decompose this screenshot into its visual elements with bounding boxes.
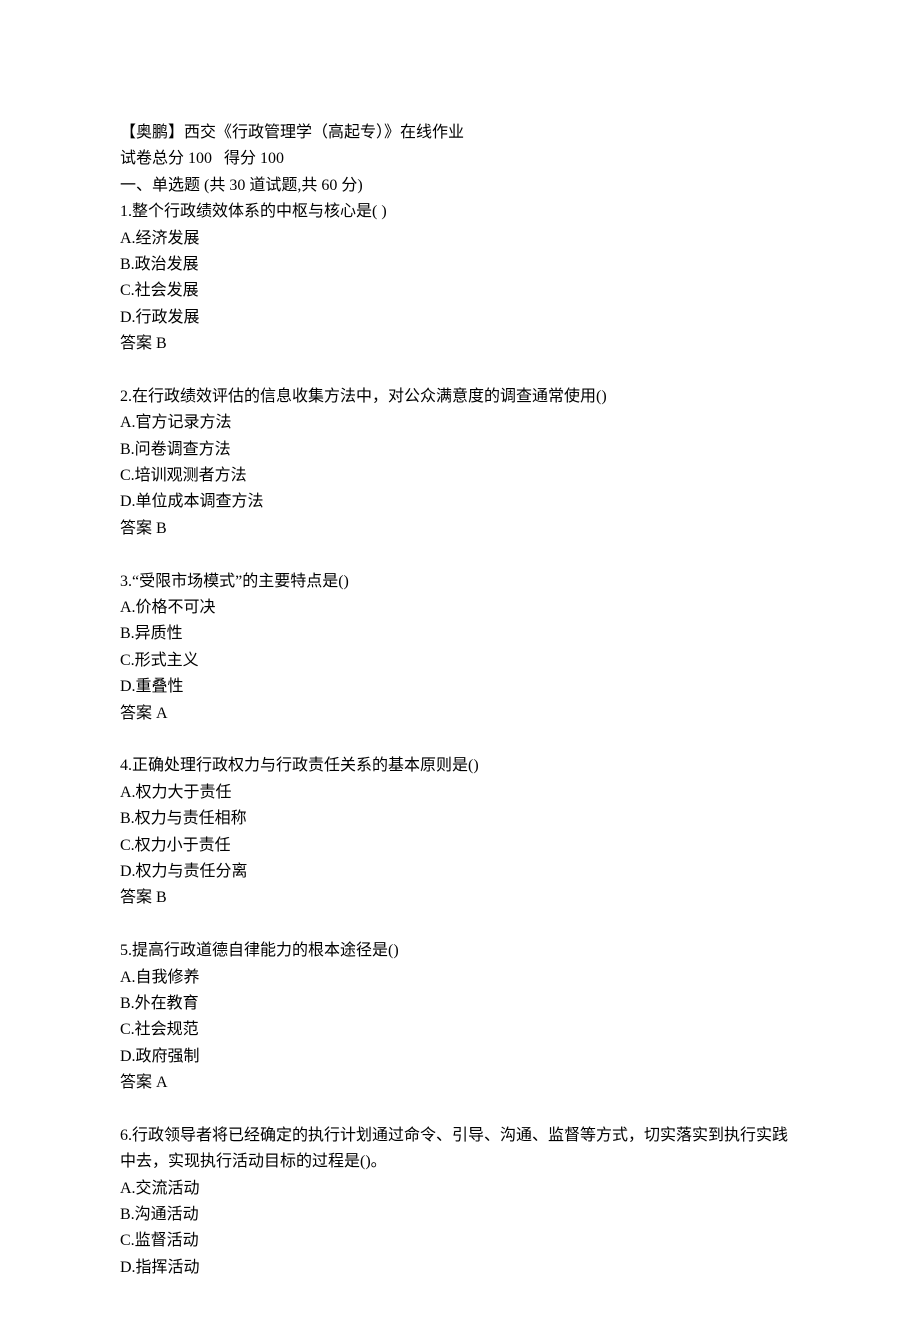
question-stem: 2.在行政绩效评估的信息收集方法中，对公众满意度的调查通常使用(): [120, 384, 800, 410]
blank-line: [120, 727, 800, 753]
question-option: D.指挥活动: [120, 1255, 800, 1281]
document-page: 【奥鹏】西交《行政管理学（高起专）》在线作业 试卷总分 100 得分 100 一…: [0, 0, 920, 1341]
question-option: B.异质性: [120, 621, 800, 647]
question-option: A.价格不可决: [120, 595, 800, 621]
question-option: A.自我修养: [120, 965, 800, 991]
blank-line: [120, 358, 800, 384]
question-option: B.沟通活动: [120, 1202, 800, 1228]
question-option: A.权力大于责任: [120, 780, 800, 806]
question-answer: 答案 B: [120, 331, 800, 357]
question-option: A.经济发展: [120, 226, 800, 252]
question-option: B.政治发展: [120, 252, 800, 278]
question-option: B.问卷调查方法: [120, 437, 800, 463]
question-option: C.权力小于责任: [120, 833, 800, 859]
question-stem: 4.正确处理行政权力与行政责任关系的基本原则是(): [120, 753, 800, 779]
question-option: C.社会发展: [120, 278, 800, 304]
question-stem: 6.行政领导者将已经确定的执行计划通过命令、引导、沟通、监督等方式，切实落实到执…: [120, 1123, 800, 1176]
question-option: C.社会规范: [120, 1017, 800, 1043]
questions-container: 1.整个行政绩效体系的中枢与核心是( )A.经济发展B.政治发展C.社会发展D.…: [120, 199, 800, 1281]
blank-line: [120, 912, 800, 938]
question-option: D.重叠性: [120, 674, 800, 700]
question-option: D.行政发展: [120, 305, 800, 331]
question-option: D.单位成本调查方法: [120, 489, 800, 515]
blank-line: [120, 542, 800, 568]
question-option: B.权力与责任相称: [120, 806, 800, 832]
doc-title: 【奥鹏】西交《行政管理学（高起专）》在线作业: [120, 120, 800, 146]
question-answer: 答案 A: [120, 1070, 800, 1096]
question-stem: 5.提高行政道德自律能力的根本途径是(): [120, 938, 800, 964]
question-answer: 答案 B: [120, 516, 800, 542]
question-option: C.监督活动: [120, 1228, 800, 1254]
question-option: A.官方记录方法: [120, 410, 800, 436]
question-option: D.权力与责任分离: [120, 859, 800, 885]
question-option: D.政府强制: [120, 1044, 800, 1070]
question-stem: 1.整个行政绩效体系的中枢与核心是( ): [120, 199, 800, 225]
section-title: 一、单选题 (共 30 道试题,共 60 分): [120, 173, 800, 199]
question-option: C.形式主义: [120, 648, 800, 674]
question-stem: 3.“受限市场模式”的主要特点是(): [120, 569, 800, 595]
question-option: A.交流活动: [120, 1176, 800, 1202]
question-answer: 答案 B: [120, 885, 800, 911]
score-line: 试卷总分 100 得分 100: [120, 146, 800, 172]
question-option: C.培训观测者方法: [120, 463, 800, 489]
blank-line: [120, 1096, 800, 1122]
question-option: B.外在教育: [120, 991, 800, 1017]
question-answer: 答案 A: [120, 701, 800, 727]
